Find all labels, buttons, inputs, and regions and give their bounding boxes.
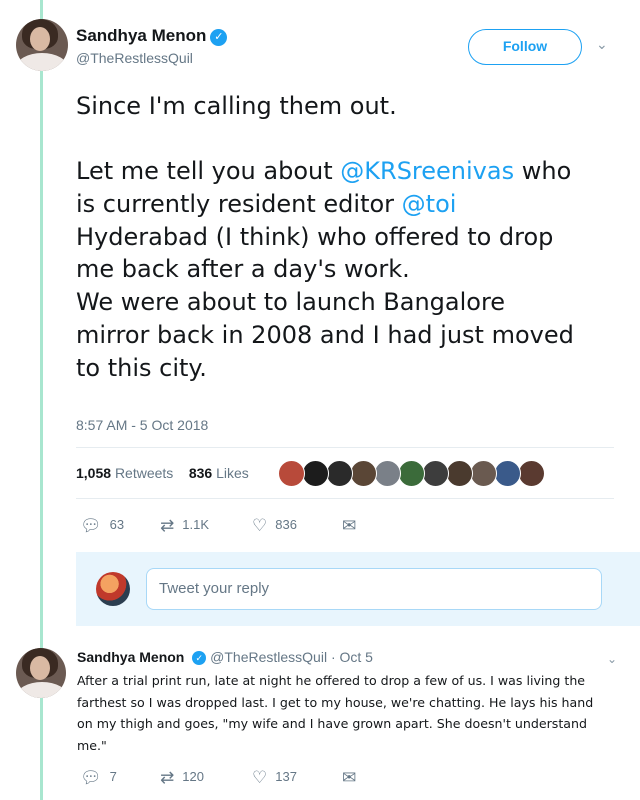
- chevron-down-icon[interactable]: ⌄: [607, 652, 617, 666]
- retweets-label[interactable]: Retweets: [115, 465, 173, 481]
- current-user-avatar: [96, 572, 130, 606]
- divider: [76, 498, 614, 499]
- reply-author-avatar[interactable]: [16, 648, 66, 698]
- tweet-text-line: mirror back in 2008 and I had just moved: [76, 319, 626, 352]
- retweet-action[interactable]: ⇄ 120: [160, 768, 204, 788]
- verified-badge-icon: ✓: [210, 29, 228, 46]
- mention-link[interactable]: @KRSreenivas: [340, 157, 514, 185]
- tweet-timestamp[interactable]: 8:57 AM - 5 Oct 2018: [76, 417, 208, 433]
- tweet-text-segment: Hyderabad (I think) who offered to drop: [76, 222, 554, 251]
- liker-avatar[interactable]: [422, 460, 449, 487]
- tweet-text-line: to this city.: [76, 352, 626, 385]
- retweet-icon: ⇄: [160, 516, 175, 535]
- mention-link[interactable]: @toi: [402, 190, 457, 218]
- reply-author-handle[interactable]: @TheRestlessQuil: [210, 649, 327, 665]
- divider: [76, 447, 614, 448]
- reply-text-line: on my thigh and goes, "my wife and I hav…: [77, 716, 587, 731]
- liker-avatar[interactable]: [278, 460, 305, 487]
- tweet-text-segment: mirror back in 2008 and I had just moved: [76, 320, 574, 349]
- tweet-text-line: We were about to launch Bangalore: [76, 286, 626, 319]
- reply-text-line: me.": [77, 737, 107, 753]
- verified-badge-icon: ✓: [192, 651, 207, 665]
- tweet-text-line: Since I'm calling them out.: [76, 90, 626, 123]
- retweet-count: 120: [182, 769, 204, 784]
- likes-label[interactable]: Likes: [216, 465, 249, 481]
- reply-author-name[interactable]: Sandhya Menon: [77, 649, 184, 665]
- liker-avatar[interactable]: [326, 460, 353, 487]
- tweet-text-line: Let me tell you about @KRSreenivas who: [76, 155, 626, 188]
- reply-action[interactable]: 💬︎ 7: [80, 768, 117, 788]
- tweet-text-segment: to this city.: [76, 353, 207, 382]
- tweet-text-line: is currently resident editor @toi: [76, 188, 626, 221]
- follow-button[interactable]: Follow: [468, 29, 582, 65]
- reply-icon: 💬︎: [80, 768, 102, 787]
- tweet-text-line: [76, 123, 626, 156]
- retweets-count[interactable]: 1,058: [76, 465, 111, 481]
- reply-input[interactable]: Tweet your reply: [146, 568, 602, 610]
- tweet-text-segment: We were about to launch Bangalore: [76, 288, 506, 317]
- direct-message-action[interactable]: ✉: [342, 768, 364, 788]
- tweet-header: Sandhya Menon ✓ @TheRestlessQuil: [76, 26, 228, 66]
- chevron-down-icon[interactable]: ⌄: [596, 37, 610, 51]
- tweet-text-segment: Let me tell you about: [76, 157, 341, 186]
- like-action[interactable]: ♡ 137: [252, 768, 297, 788]
- likes-count[interactable]: 836: [189, 465, 212, 481]
- reply-text: After a trial print run, late at night h…: [77, 670, 622, 756]
- tweet-text-segment: Since I'm calling them out.: [76, 92, 397, 120]
- liker-avatar[interactable]: [494, 460, 521, 487]
- liker-avatar[interactable]: [350, 460, 377, 487]
- reply-icon: 💬︎: [80, 516, 102, 535]
- author-avatar[interactable]: [16, 19, 68, 71]
- reply-date[interactable]: Oct 5: [340, 649, 373, 665]
- reply-header: Sandhya Menon ✓ @TheRestlessQuil · Oct 5: [77, 649, 373, 665]
- reply-count: 63: [109, 517, 125, 532]
- liker-avatar[interactable]: [302, 460, 329, 487]
- reply-action[interactable]: 💬︎ 63: [80, 516, 124, 536]
- envelope-icon: ✉: [342, 768, 357, 787]
- liker-avatar[interactable]: [446, 460, 473, 487]
- reply-text-line: After a trial print run, late at night h…: [77, 673, 586, 688]
- tweet-text: Since I'm calling them out. Let me tell y…: [76, 90, 626, 384]
- like-action[interactable]: ♡ 836: [252, 516, 297, 536]
- tweet-text-segment: me back after a day's work.: [76, 255, 410, 284]
- like-count: 137: [275, 769, 297, 784]
- retweet-icon: ⇄: [160, 768, 175, 787]
- tweet-text-segment: is currently resident editor: [76, 190, 402, 219]
- tweet-text-line: Hyderabad (I think) who offered to drop: [76, 221, 626, 254]
- heart-icon: ♡: [252, 516, 268, 535]
- reply-count: 7: [109, 769, 117, 784]
- reply-composer: Tweet your reply: [76, 552, 640, 626]
- liker-avatar[interactable]: [470, 460, 497, 487]
- liker-avatar[interactable]: [518, 460, 545, 487]
- like-count: 836: [275, 517, 297, 532]
- tweet-text-line: me back after a day's work.: [76, 253, 626, 286]
- liker-avatar[interactable]: [398, 460, 425, 487]
- heart-icon: ♡: [252, 768, 268, 787]
- author-name[interactable]: Sandhya Menon: [76, 26, 206, 46]
- retweet-count: 1.1K: [182, 517, 209, 532]
- direct-message-action[interactable]: ✉: [342, 516, 364, 536]
- author-handle[interactable]: @TheRestlessQuil: [76, 50, 227, 66]
- tweet-text-segment: who: [514, 157, 572, 186]
- retweet-action[interactable]: ⇄ 1.1K: [160, 516, 209, 536]
- liker-avatar[interactable]: [374, 460, 401, 487]
- reply-text-line: farthest so I was dropped last. I get to…: [77, 694, 594, 710]
- envelope-icon: ✉: [342, 516, 357, 535]
- engagement-stats: 1,058 Retweets 836 Likes: [76, 465, 249, 481]
